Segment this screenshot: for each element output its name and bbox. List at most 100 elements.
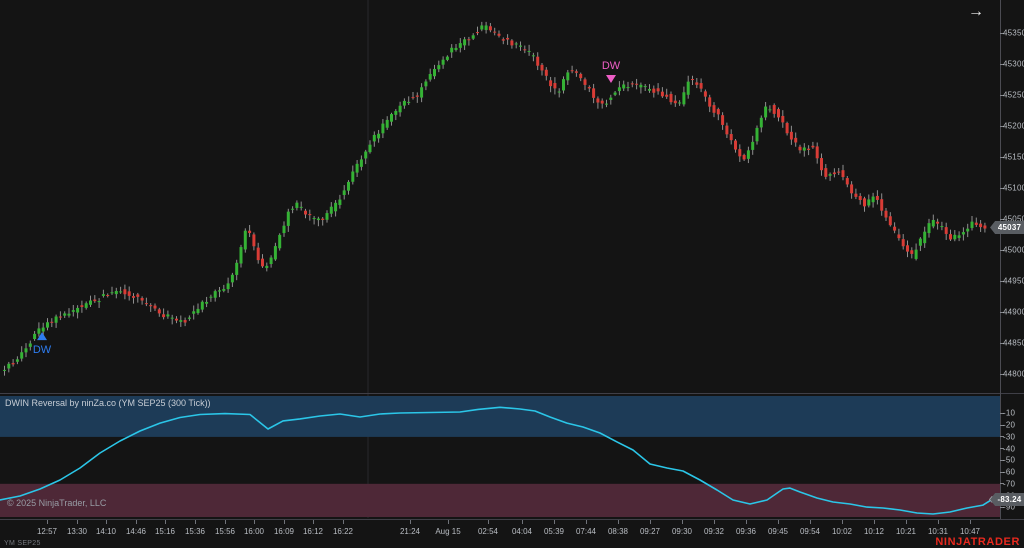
candle-body — [175, 319, 178, 321]
candle-body — [201, 302, 204, 310]
price-axis-label: 44850 — [1003, 339, 1024, 348]
chart-canvas[interactable]: DWDW — [0, 0, 1024, 519]
candle-body — [751, 142, 754, 150]
price-axis-label: 44800 — [1003, 370, 1024, 379]
candle-body — [885, 211, 888, 218]
candle-body — [338, 200, 341, 205]
candle-body — [536, 57, 539, 66]
candle-body — [128, 291, 131, 296]
candle-body — [657, 88, 660, 91]
candle-body — [872, 197, 875, 203]
candle-body — [910, 250, 913, 254]
candle-body — [433, 69, 436, 76]
candle-body — [519, 46, 522, 47]
time-axis-label: 16:22 — [333, 527, 353, 536]
candle-body — [906, 245, 909, 251]
time-axis-tick — [106, 520, 107, 524]
time-axis-tick — [77, 520, 78, 524]
candle-body — [799, 147, 802, 151]
instrument-tab[interactable]: YM SEP25 — [4, 540, 41, 547]
candle-body — [768, 109, 771, 110]
candle-body — [394, 111, 397, 115]
time-axis-label: 09:45 — [768, 527, 788, 536]
candle-body — [665, 95, 668, 97]
candle-body — [240, 247, 243, 263]
candle-body — [308, 214, 311, 215]
candlestick-series — [3, 22, 986, 376]
candle-body — [674, 101, 677, 104]
candle-body — [197, 309, 200, 313]
candle-body — [682, 92, 685, 104]
candle-body — [777, 109, 780, 117]
candle-body — [876, 196, 879, 200]
time-axis-tick — [522, 520, 523, 524]
candle-body — [867, 199, 870, 205]
candle-body — [794, 138, 797, 143]
candle-body — [321, 219, 324, 220]
indicator-axis-label: -10 — [1003, 409, 1015, 418]
candle-body — [235, 263, 238, 275]
candle-body — [605, 104, 608, 105]
scroll-to-latest-icon[interactable]: → — [964, 1, 988, 23]
time-axis-label: 21:24 — [400, 527, 420, 536]
candle-body — [166, 314, 169, 316]
candle-body — [971, 222, 974, 228]
candle-body — [437, 65, 440, 69]
candle-body — [171, 318, 174, 319]
candle-body — [773, 105, 776, 114]
candle-body — [154, 306, 157, 309]
candle-body — [829, 174, 832, 176]
candle-body — [326, 213, 329, 220]
candle-body — [123, 289, 126, 294]
candle-body — [893, 227, 896, 231]
candle-body — [695, 82, 698, 84]
candle-body — [33, 334, 36, 339]
candle-body — [618, 87, 621, 91]
candle-body — [381, 124, 384, 134]
time-axis-label: 15:36 — [185, 527, 205, 536]
candle-body — [467, 39, 470, 40]
candle-body — [244, 231, 247, 250]
indicator-axis-label: -60 — [1003, 468, 1015, 477]
candle-body — [360, 159, 363, 166]
time-axis-label: 10:47 — [960, 527, 980, 536]
candle-body — [919, 239, 922, 246]
time-axis-label: 10:21 — [896, 527, 916, 536]
time-axis-tick — [448, 520, 449, 524]
candle-body — [429, 74, 432, 80]
candle-body — [734, 141, 737, 150]
candle-body — [476, 32, 479, 33]
candle-body — [790, 132, 793, 140]
time-axis-label: 08:38 — [608, 527, 628, 536]
time-axis-label: 09:36 — [736, 527, 756, 536]
candle-body — [532, 55, 535, 56]
time-axis-label: 09:54 — [800, 527, 820, 536]
time-axis-tick — [343, 520, 344, 524]
candle-body — [141, 298, 144, 301]
candle-body — [571, 70, 574, 71]
candle-body — [218, 290, 221, 291]
candle-body — [601, 101, 604, 104]
candle-body — [725, 126, 728, 135]
indicator-axis-label: -70 — [1003, 479, 1015, 488]
candle-body — [25, 348, 28, 352]
candle-body — [158, 309, 161, 313]
candle-body — [85, 303, 88, 308]
candle-body — [29, 343, 32, 346]
svg-text:DW: DW — [33, 344, 52, 356]
candle-body — [738, 149, 741, 156]
price-axis-label: 45300 — [1003, 60, 1024, 69]
candle-body — [106, 295, 109, 296]
candle-body — [515, 43, 518, 44]
time-axis-label: 10:12 — [864, 527, 884, 536]
candle-body — [549, 80, 552, 86]
time-axis[interactable]: YM SEP25 NINJATRADER 12:5713:3014:1014:4… — [0, 519, 1024, 548]
candle-body — [979, 224, 982, 227]
candle-body — [377, 134, 380, 139]
time-axis-tick — [778, 520, 779, 524]
price-axis-label: 45200 — [1003, 122, 1024, 131]
candle-body — [265, 266, 268, 268]
candle-body — [459, 43, 462, 48]
price-axis-label: 45250 — [1003, 91, 1024, 100]
candle-body — [12, 363, 15, 364]
